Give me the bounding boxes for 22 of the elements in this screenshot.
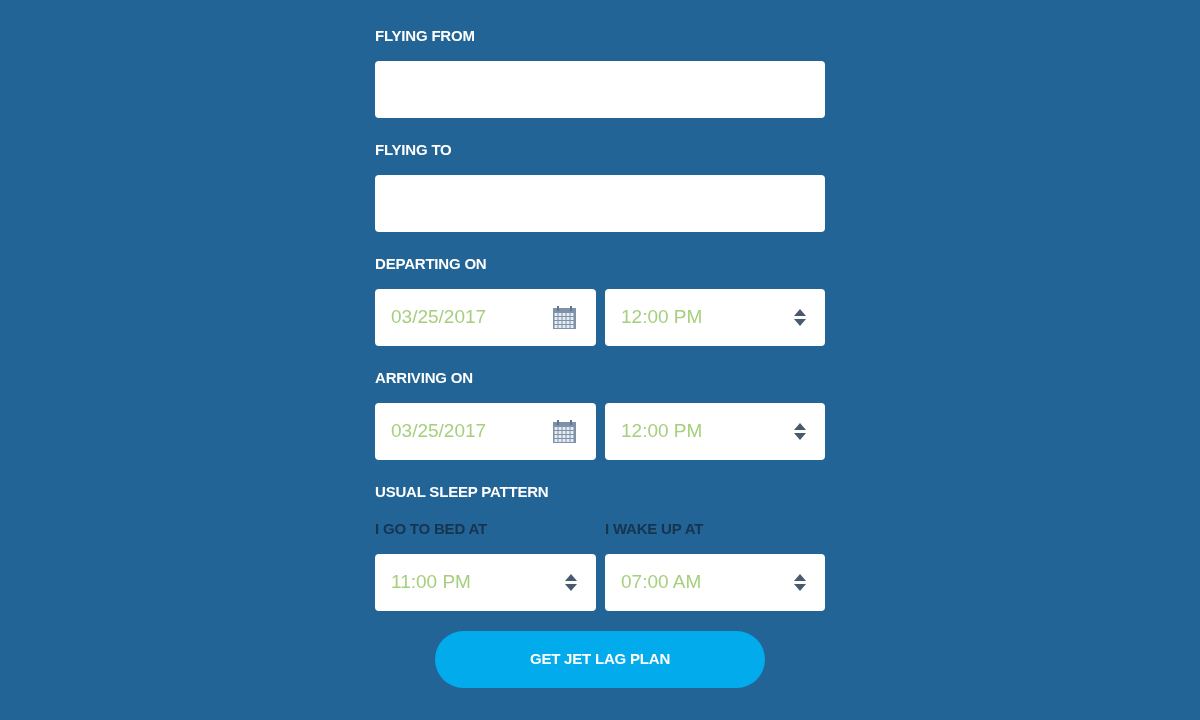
time-select[interactable]: 07:00 AM [605, 554, 825, 611]
calendar-icon [553, 420, 576, 443]
time-select[interactable]: 12:00 PM [605, 403, 825, 460]
up-down-arrows-icon [565, 573, 577, 592]
time-select[interactable]: 12:00 PM [605, 289, 825, 346]
date-field[interactable]: 03/25/2017 [375, 289, 596, 346]
up-down-arrows-icon [794, 573, 806, 592]
text-field[interactable] [375, 175, 825, 232]
up-down-arrows-icon [794, 308, 806, 327]
field-label: ARRIVING ON [375, 368, 474, 388]
calendar-icon [553, 306, 576, 329]
date-field[interactable]: 03/25/2017 [375, 403, 596, 460]
field-label: USUAL SLEEP PATTERN [375, 482, 550, 502]
submit-button[interactable]: GET JET LAG PLAN [435, 631, 765, 688]
time-select[interactable]: 11:00 PM [375, 554, 596, 611]
up-down-arrows-icon [794, 422, 806, 441]
field-label: FLYING TO [375, 140, 453, 160]
field-label: DEPARTING ON [375, 254, 488, 274]
field-sublabel: I WAKE UP AT [605, 519, 705, 539]
field-sublabel: I GO TO BED AT [375, 519, 488, 539]
text-field[interactable] [375, 61, 825, 118]
field-label: FLYING FROM [375, 26, 476, 46]
